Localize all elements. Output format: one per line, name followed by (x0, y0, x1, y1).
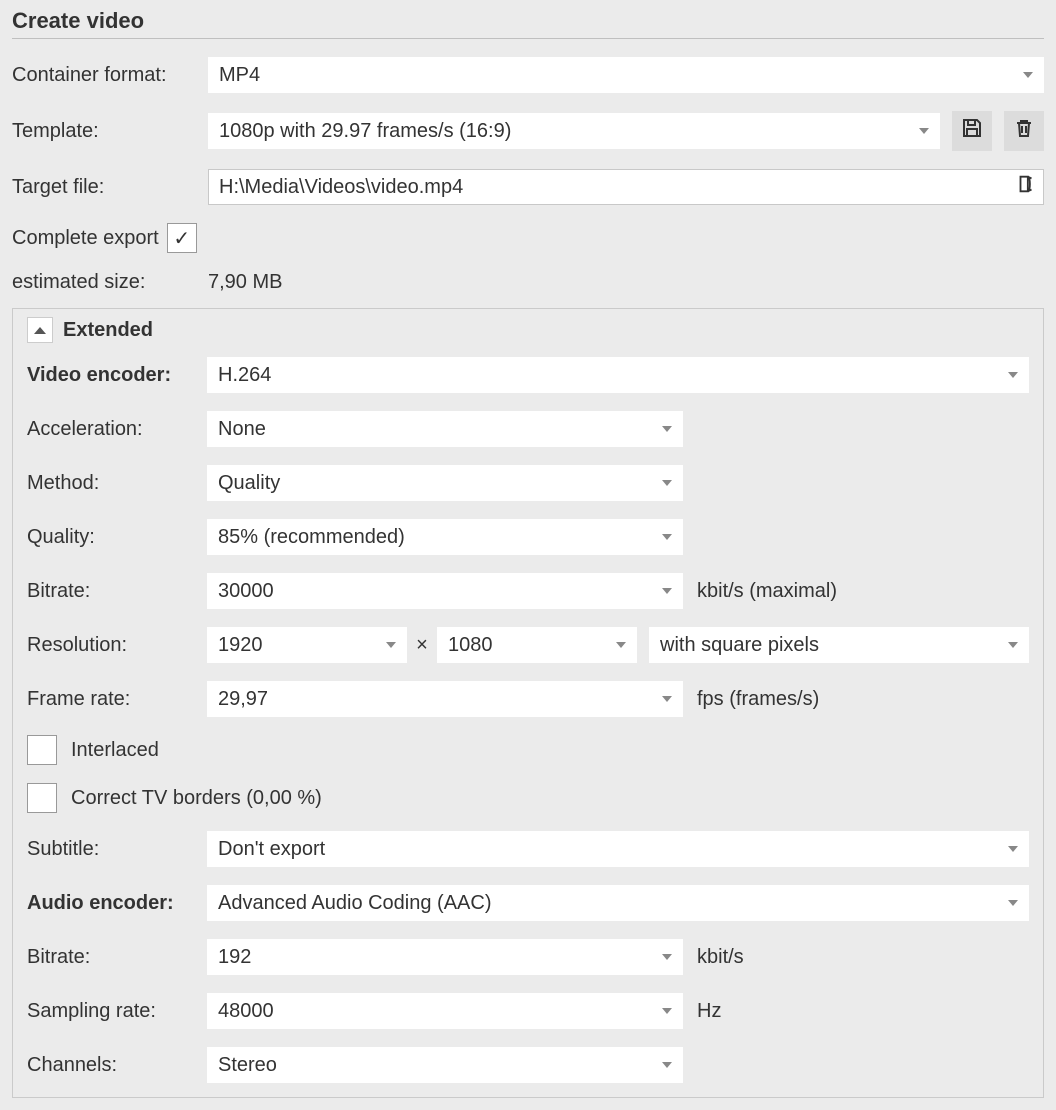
video-encoder-label: Video encoder: (27, 364, 207, 387)
extended-group: Extended Video encoder: H.264 Accelerati… (12, 308, 1044, 1098)
audio-encoder-label: Audio encoder: (27, 892, 207, 915)
sampling-rate-select[interactable]: 48000 (207, 993, 683, 1029)
template-delete-button[interactable] (1004, 111, 1044, 151)
resolution-height-select[interactable]: 1080 (437, 627, 637, 663)
estimated-size-value: 7,90 MB (208, 271, 282, 294)
extended-header: Extended (63, 319, 153, 342)
interlaced-checkbox[interactable] (27, 735, 57, 765)
channels-select[interactable]: Stereo (207, 1047, 683, 1083)
complete-export-label: Complete export (12, 227, 159, 250)
frame-rate-suffix: fps (frames/s) (697, 688, 819, 711)
video-encoder-select[interactable]: H.264 (207, 357, 1029, 393)
target-file-input[interactable]: H:\Media\Videos\video.mp4 (208, 169, 1044, 205)
sampling-rate-label: Sampling rate: (27, 1000, 207, 1023)
resolution-width-select[interactable]: 1920 (207, 627, 407, 663)
resolution-label: Resolution: (27, 634, 207, 657)
audio-bitrate-select[interactable]: 192 (207, 939, 683, 975)
quality-select[interactable]: 85% (recommended) (207, 519, 683, 555)
method-label: Method: (27, 472, 207, 495)
estimated-size-label: estimated size: (12, 271, 208, 294)
sampling-rate-suffix: Hz (697, 1000, 721, 1023)
audio-bitrate-label: Bitrate: (27, 946, 207, 969)
trash-icon (1012, 116, 1036, 146)
create-video-panel: Create video Container format: MP4 Templ… (0, 0, 1056, 1110)
extended-collapse-button[interactable] (27, 317, 53, 343)
frame-rate-select[interactable]: 29,97 (207, 681, 683, 717)
container-format-label: Container format: (12, 64, 208, 87)
method-select[interactable]: Quality (207, 465, 683, 501)
panel-title: Create video (12, 8, 1044, 39)
interlaced-label: Interlaced (71, 739, 159, 762)
acceleration-select[interactable]: None (207, 411, 683, 447)
quality-label: Quality: (27, 526, 207, 549)
video-bitrate-suffix: kbit/s (maximal) (697, 580, 837, 603)
save-icon (960, 116, 984, 146)
tv-borders-checkbox[interactable] (27, 783, 57, 813)
acceleration-label: Acceleration: (27, 418, 207, 441)
template-save-button[interactable] (952, 111, 992, 151)
subtitle-select[interactable]: Don't export (207, 831, 1029, 867)
target-file-label: Target file: (12, 176, 208, 199)
video-bitrate-label: Bitrate: (27, 580, 207, 603)
video-bitrate-select[interactable]: 30000 (207, 573, 683, 609)
subtitle-label: Subtitle: (27, 838, 207, 861)
audio-encoder-select[interactable]: Advanced Audio Coding (AAC) (207, 885, 1029, 921)
template-select[interactable]: 1080p with 29.97 frames/s (16:9) (208, 113, 940, 149)
tv-borders-label: Correct TV borders (0,00 %) (71, 787, 322, 810)
browse-icon[interactable] (1015, 173, 1037, 201)
complete-export-checkbox[interactable] (167, 223, 197, 253)
channels-label: Channels: (27, 1054, 207, 1077)
resolution-sep: × (407, 634, 437, 657)
audio-bitrate-suffix: kbit/s (697, 946, 744, 969)
frame-rate-label: Frame rate: (27, 688, 207, 711)
template-label: Template: (12, 120, 208, 143)
pixel-aspect-select[interactable]: with square pixels (649, 627, 1029, 663)
container-format-select[interactable]: MP4 (208, 57, 1044, 93)
